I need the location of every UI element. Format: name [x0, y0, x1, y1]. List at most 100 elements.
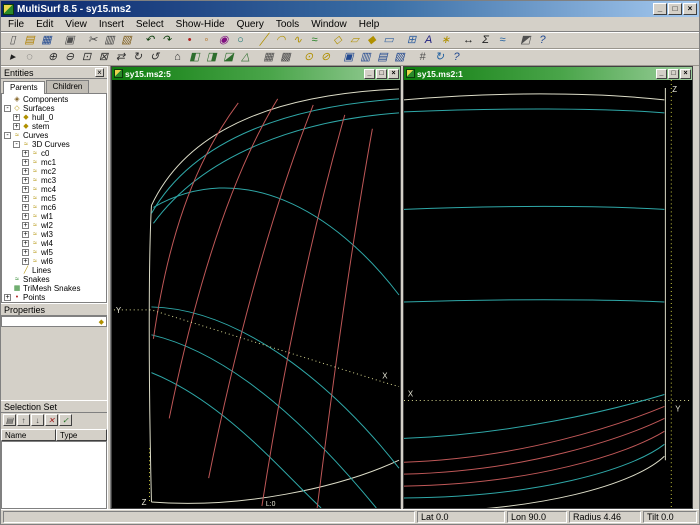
tab-children[interactable]: Children — [45, 80, 90, 93]
drawing-canvas-bodyplan[interactable]: Z X Y — [404, 80, 692, 508]
render-icon[interactable]: ◩ — [517, 33, 534, 48]
tree-item[interactable]: + ≈ mc2 — [2, 167, 106, 176]
text-icon[interactable]: A — [420, 33, 437, 48]
perspective-view-icon[interactable]: △ — [237, 50, 254, 65]
tab-parents[interactable]: Parents — [3, 81, 45, 94]
column-header-type[interactable]: Type — [56, 429, 107, 441]
mass-properties-icon[interactable]: Σ — [477, 33, 494, 48]
tree-expander-icon[interactable]: + — [22, 168, 29, 175]
minimize-button[interactable]: _ — [653, 3, 667, 15]
wireframe-icon[interactable]: ▦ — [260, 50, 277, 65]
tree-expander-icon[interactable]: + — [22, 186, 29, 193]
view-minimize-button[interactable]: _ — [364, 68, 375, 79]
tree-item[interactable]: + ◆ stem — [2, 122, 106, 131]
refresh-icon[interactable]: ↻ — [431, 50, 448, 65]
magnet-icon[interactable]: ◉ — [215, 33, 232, 48]
new-icon[interactable]: ▯ — [4, 33, 21, 48]
pan-icon[interactable]: ⇄ — [112, 50, 129, 65]
bead-icon[interactable]: ◦ — [198, 33, 215, 48]
properties-pin-icon[interactable]: ◆ — [99, 318, 104, 326]
tree-item[interactable]: + ≈ wl3 — [2, 230, 106, 239]
tree-expander-icon[interactable]: - — [4, 132, 11, 139]
tree-expander-icon[interactable]: + — [13, 114, 20, 121]
tree-item[interactable]: + ≈ wl1 — [2, 212, 106, 221]
line-icon[interactable]: ╱ — [255, 33, 272, 48]
menu-item[interactable]: Help — [353, 18, 386, 31]
cascade-icon[interactable]: ▧ — [391, 50, 408, 65]
paste-icon[interactable]: ▧ — [118, 33, 135, 48]
tree-item[interactable]: + ≈ wl2 — [2, 221, 106, 230]
measure-icon[interactable]: ↔ — [460, 33, 477, 48]
rotate-icon[interactable]: ↻ — [129, 50, 146, 65]
tree-expander-icon[interactable]: + — [22, 231, 29, 238]
menu-item[interactable]: Window — [305, 18, 353, 31]
menu-item[interactable]: Edit — [30, 18, 59, 31]
tree-item[interactable]: + ≈ wl4 — [2, 239, 106, 248]
menu-item[interactable]: File — [2, 18, 30, 31]
entities-close-icon[interactable]: × — [95, 68, 104, 77]
tree-item[interactable]: + ≈ wl6 — [2, 257, 106, 266]
selection-list[interactable] — [1, 441, 107, 509]
tree-item[interactable]: + ≈ mc6 — [2, 203, 106, 212]
print-icon[interactable]: ▣ — [61, 33, 78, 48]
tile-vertical-icon[interactable]: ▤ — [374, 50, 391, 65]
ring-icon[interactable]: ○ — [232, 33, 249, 48]
tree-expander-icon[interactable]: + — [22, 159, 29, 166]
drawing-canvas-profile[interactable]: Y X Z L:0 — [112, 80, 400, 508]
tree-item[interactable]: + ≈ mc3 — [2, 176, 106, 185]
snap-icon[interactable]: # — [414, 50, 431, 65]
spin-icon[interactable]: ↺ — [146, 50, 163, 65]
open-icon[interactable]: ▤ — [21, 33, 38, 48]
close-button[interactable]: × — [683, 3, 697, 15]
selection-move-down-icon[interactable]: ↓ — [31, 414, 44, 426]
tree-item[interactable]: + ≈ wl5 — [2, 248, 106, 257]
menu-item[interactable]: Show-Hide — [170, 18, 231, 31]
menu-item[interactable]: View — [59, 18, 93, 31]
arc-icon[interactable]: ◠ — [272, 33, 289, 48]
tree-expander-icon[interactable]: + — [22, 204, 29, 211]
zoom-window-icon[interactable]: ⊡ — [78, 50, 95, 65]
tree-item[interactable]: + ≈ mc5 — [2, 194, 106, 203]
tree-expander-icon[interactable]: + — [22, 150, 29, 157]
show-icon[interactable]: ⊙ — [300, 50, 317, 65]
tree-item[interactable]: + ◆ hull_0 — [2, 113, 106, 122]
view-restore-button[interactable]: □ — [376, 68, 387, 79]
column-header-name[interactable]: Name — [1, 429, 56, 441]
tree-item[interactable]: ╱ Lines — [2, 266, 106, 275]
redo-icon[interactable]: ↷ — [158, 33, 175, 48]
tree-item[interactable]: - ≈ Curves — [2, 131, 106, 140]
tree-expander-icon[interactable]: + — [22, 177, 29, 184]
tree-item[interactable]: - ◇ Surfaces — [2, 104, 106, 113]
hide-icon[interactable]: ⊘ — [317, 50, 334, 65]
tree-expander-icon[interactable]: - — [4, 105, 11, 112]
shaded-icon[interactable]: ▩ — [277, 50, 294, 65]
menu-item[interactable]: Tools — [270, 18, 305, 31]
context-help-icon[interactable]: ? — [448, 50, 465, 65]
tree-expander-icon[interactable]: + — [22, 249, 29, 256]
frame-icon[interactable]: ⊞ — [403, 33, 420, 48]
plane-icon[interactable]: ▭ — [380, 33, 397, 48]
maximize-button[interactable]: □ — [668, 3, 682, 15]
tree-item[interactable]: + ≈ mc4 — [2, 185, 106, 194]
knot-icon[interactable]: ∗ — [437, 33, 454, 48]
tree-item[interactable]: ◈ Components — [2, 95, 106, 104]
lasso-icon[interactable]: ◌ — [21, 50, 38, 65]
selection-apply-icon[interactable]: ✓ — [59, 414, 72, 426]
view-close-button[interactable]: × — [388, 68, 399, 79]
side-view-icon[interactable]: ◨ — [203, 50, 220, 65]
tree-item[interactable]: + ≈ c0 — [2, 149, 106, 158]
tree-expander-icon[interactable]: + — [22, 195, 29, 202]
zoom-out-icon[interactable]: ⊖ — [61, 50, 78, 65]
save-icon[interactable]: ▦ — [38, 33, 55, 48]
cursor-icon[interactable]: ▸ — [4, 50, 21, 65]
view-restore-button[interactable]: □ — [668, 68, 679, 79]
tree-item[interactable]: ▦ TriMesh Snakes — [2, 284, 106, 293]
tile-horizontal-icon[interactable]: ▥ — [357, 50, 374, 65]
front-view-icon[interactable]: ◧ — [186, 50, 203, 65]
undo-icon[interactable]: ↶ — [141, 33, 158, 48]
tree-item[interactable]: + ≈ mc1 — [2, 158, 106, 167]
top-view-icon[interactable]: ◪ — [220, 50, 237, 65]
curve-icon[interactable]: ∿ — [289, 33, 306, 48]
hydrostatics-icon[interactable]: ≈ — [494, 33, 511, 48]
copy-icon[interactable]: ▥ — [101, 33, 118, 48]
